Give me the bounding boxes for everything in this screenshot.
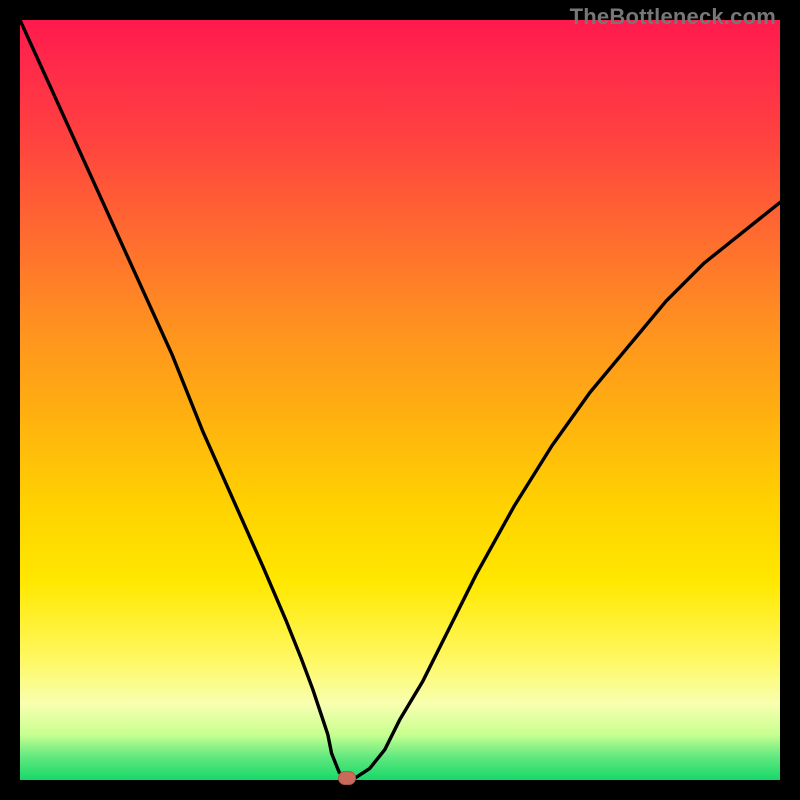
optimum-marker — [338, 771, 356, 785]
watermark-text: TheBottleneck.com — [570, 6, 776, 28]
chart-root: { "watermark": "TheBottleneck.com", "cha… — [0, 0, 800, 800]
plot-area — [20, 20, 780, 780]
